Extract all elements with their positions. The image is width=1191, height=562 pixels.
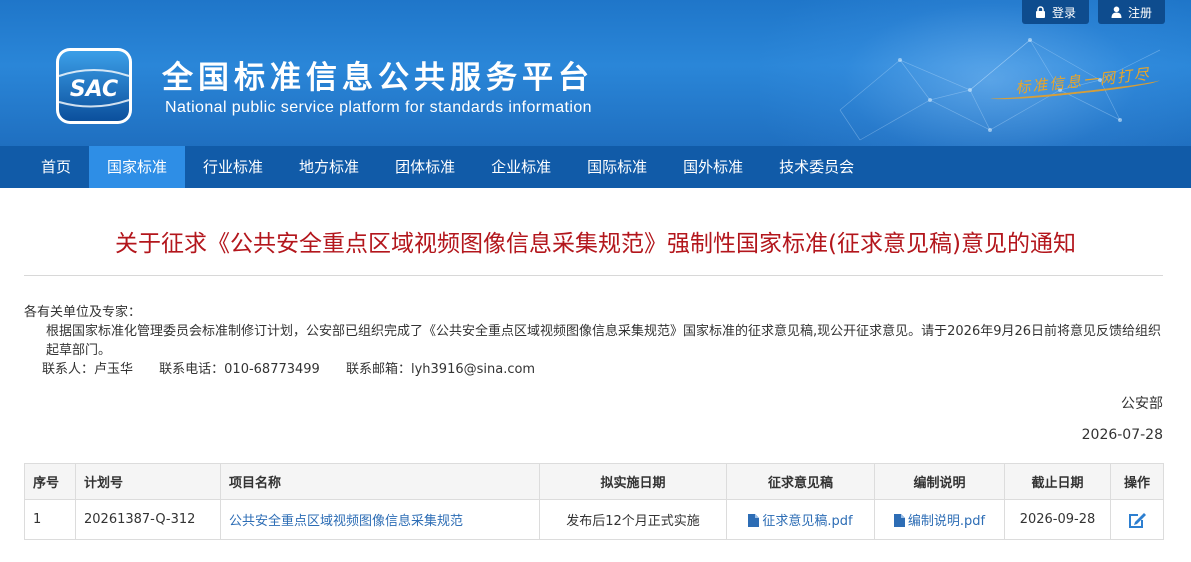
header-draft: 征求意见稿	[726, 463, 875, 500]
notice-greeting: 各有关单位及专家：	[24, 305, 142, 320]
logo-text: SAC	[70, 77, 118, 102]
notice-signature: 公安部	[1121, 396, 1163, 412]
lock-icon	[1035, 6, 1045, 18]
edit-icon[interactable]	[1126, 509, 1148, 531]
cell-explanation: 编制说明.pdf	[874, 499, 1005, 540]
header-deadline: 截止日期	[1004, 463, 1111, 500]
user-icon	[1111, 6, 1122, 18]
nav-item-enterprise-standards[interactable]: 企业标准	[473, 146, 569, 188]
login-button[interactable]: 登录	[1021, 0, 1089, 24]
register-button[interactable]: 注册	[1097, 0, 1165, 24]
draft-pdf-link[interactable]: 征求意见稿.pdf	[748, 514, 853, 529]
nav-item-technical-committees[interactable]: 技术委员会	[761, 146, 872, 188]
top-auth-bar: 登录 注册	[1021, 0, 1165, 24]
file-icon	[893, 514, 905, 527]
cell-project-name: 公共安全重点区域视频图像信息采集规范	[220, 499, 540, 540]
explanation-pdf-label: 编制说明.pdf	[907, 514, 986, 529]
header-banner: 登录 注册 SAC 全国标准信息公共服务平台 National public s…	[0, 0, 1191, 146]
file-icon	[748, 514, 760, 527]
header-implement-date: 拟实施日期	[539, 463, 727, 500]
notice-title: 关于征求《公共安全重点区域视频图像信息采集规范》强制性国家标准(征求意见稿)意见…	[115, 231, 1076, 257]
contact-person: 联系人：卢玉华	[42, 362, 134, 377]
header-project-name: 项目名称	[220, 463, 540, 500]
cell-draft: 征求意见稿.pdf	[726, 499, 875, 540]
nav-item-home[interactable]: 首页	[23, 146, 89, 188]
nav-item-international-standards[interactable]: 国际标准	[569, 146, 665, 188]
notice-contact: 联系人：卢玉华 联系电话：010-68773499 联系邮箱：lyh3916@s…	[24, 360, 1163, 379]
header-plan-no: 计划号	[75, 463, 221, 500]
sac-logo[interactable]: SAC	[54, 46, 134, 126]
contact-email: 联系邮箱：lyh3916@sina.com	[345, 362, 536, 377]
header-explanation: 编制说明	[874, 463, 1005, 500]
cell-plan-no: 20261387-Q-312	[75, 499, 221, 540]
main-nav: 首页 国家标准 行业标准 地方标准 团体标准 企业标准 国际标准 国外标准 技术…	[0, 146, 1191, 188]
standards-table: 序号 计划号 项目名称 拟实施日期 征求意见稿 编制说明 截止日期 操作 1 2…	[24, 463, 1164, 540]
nav-item-foreign-standards[interactable]: 国外标准	[665, 146, 761, 188]
nav-item-group-standards[interactable]: 团体标准	[377, 146, 473, 188]
login-label: 登录	[1051, 5, 1076, 20]
notice-paragraph: 根据国家标准化管理委员会标准制修订计划，公安部已组织完成了《公共安全重点区域视频…	[46, 324, 1162, 358]
header-action: 操作	[1110, 463, 1164, 500]
cell-implement-date: 发布后12个月正式实施	[539, 499, 727, 540]
site-subtitle: National public service platform for sta…	[165, 99, 592, 116]
nav-item-local-standards[interactable]: 地方标准	[281, 146, 377, 188]
title-divider	[24, 275, 1163, 276]
table-row: 1 20261387-Q-312 公共安全重点区域视频图像信息采集规范 发布后1…	[24, 499, 1164, 540]
notice-date: 2026-07-28	[1081, 427, 1163, 443]
register-label: 注册	[1127, 5, 1152, 20]
draft-pdf-label: 征求意见稿.pdf	[762, 514, 853, 529]
contact-phone: 联系电话：010-68773499	[159, 362, 320, 377]
header-index: 序号	[24, 463, 76, 500]
table-header-row: 序号 计划号 项目名称 拟实施日期 征求意见稿 编制说明 截止日期 操作	[24, 463, 1164, 500]
site-title: 全国标准信息公共服务平台	[162, 60, 594, 96]
cell-index: 1	[24, 499, 76, 540]
nav-item-industry-standards[interactable]: 行业标准	[185, 146, 281, 188]
cell-action	[1110, 499, 1164, 540]
notice-body: 各有关单位及专家： 根据国家标准化管理委员会标准制修订计划，公安部已组织完成了《…	[24, 303, 1163, 379]
explanation-pdf-link[interactable]: 编制说明.pdf	[893, 514, 986, 529]
cell-deadline: 2026-09-28	[1004, 499, 1111, 540]
nav-item-national-standards[interactable]: 国家标准	[89, 146, 186, 188]
project-name-link[interactable]: 公共安全重点区域视频图像信息采集规范	[229, 514, 463, 529]
